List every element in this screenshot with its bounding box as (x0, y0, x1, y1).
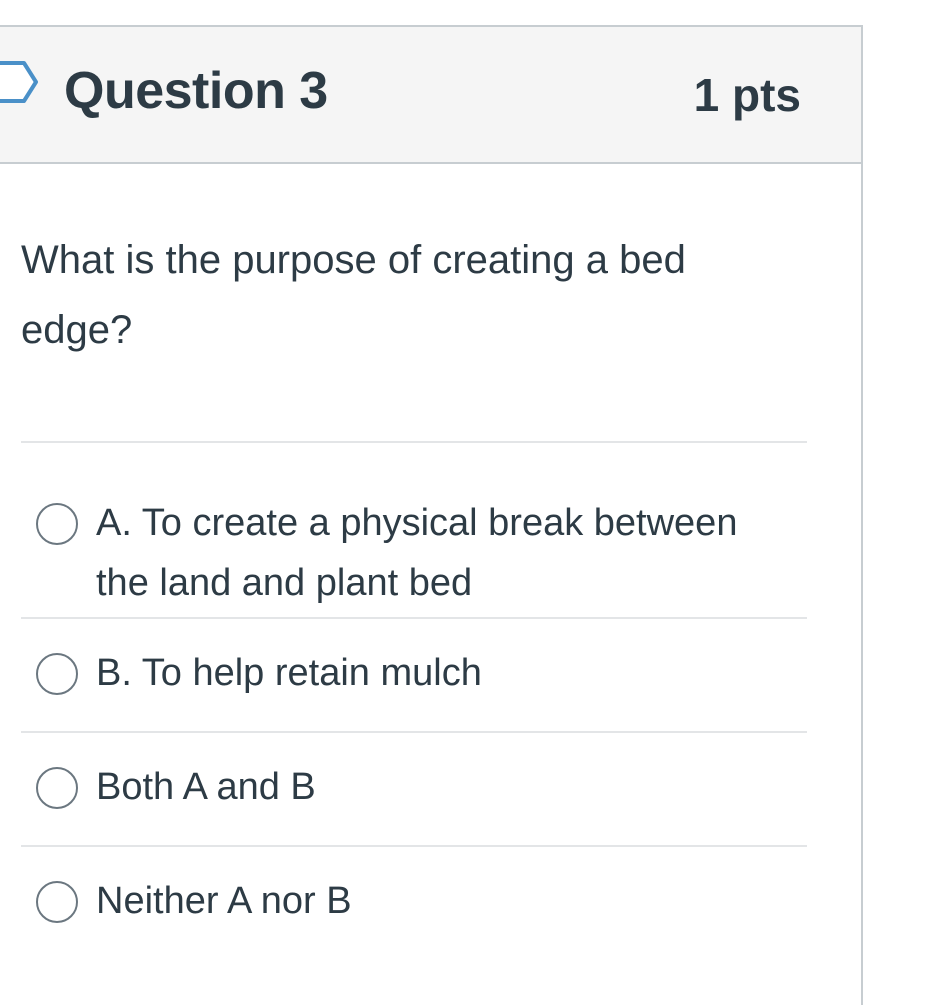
question-title: Question 3 (64, 62, 328, 120)
radio-button[interactable] (36, 653, 78, 695)
radio-button[interactable] (36, 503, 78, 545)
answer-option-b[interactable]: B. To help retain mulch (21, 617, 807, 731)
answer-option-d[interactable]: Neither A nor B (21, 845, 807, 975)
answer-label[interactable]: A. To create a physical break between th… (96, 493, 796, 613)
flag-icon[interactable] (0, 57, 40, 107)
answer-option-a[interactable]: A. To create a physical break between th… (21, 441, 807, 617)
answer-label[interactable]: Both A and B (96, 757, 796, 817)
question-text: What is the purpose of creating a bed ed… (21, 238, 686, 352)
answer-list: A. To create a physical break between th… (21, 441, 807, 975)
question-points: 1 pts (693, 69, 801, 121)
answer-label[interactable]: B. To help retain mulch (96, 643, 796, 703)
radio-button[interactable] (36, 767, 78, 809)
answer-label[interactable]: Neither A nor B (96, 871, 796, 931)
radio-button[interactable] (36, 881, 78, 923)
answer-option-c[interactable]: Both A and B (21, 731, 807, 845)
question-header: Question 3 1 pts (0, 27, 861, 164)
